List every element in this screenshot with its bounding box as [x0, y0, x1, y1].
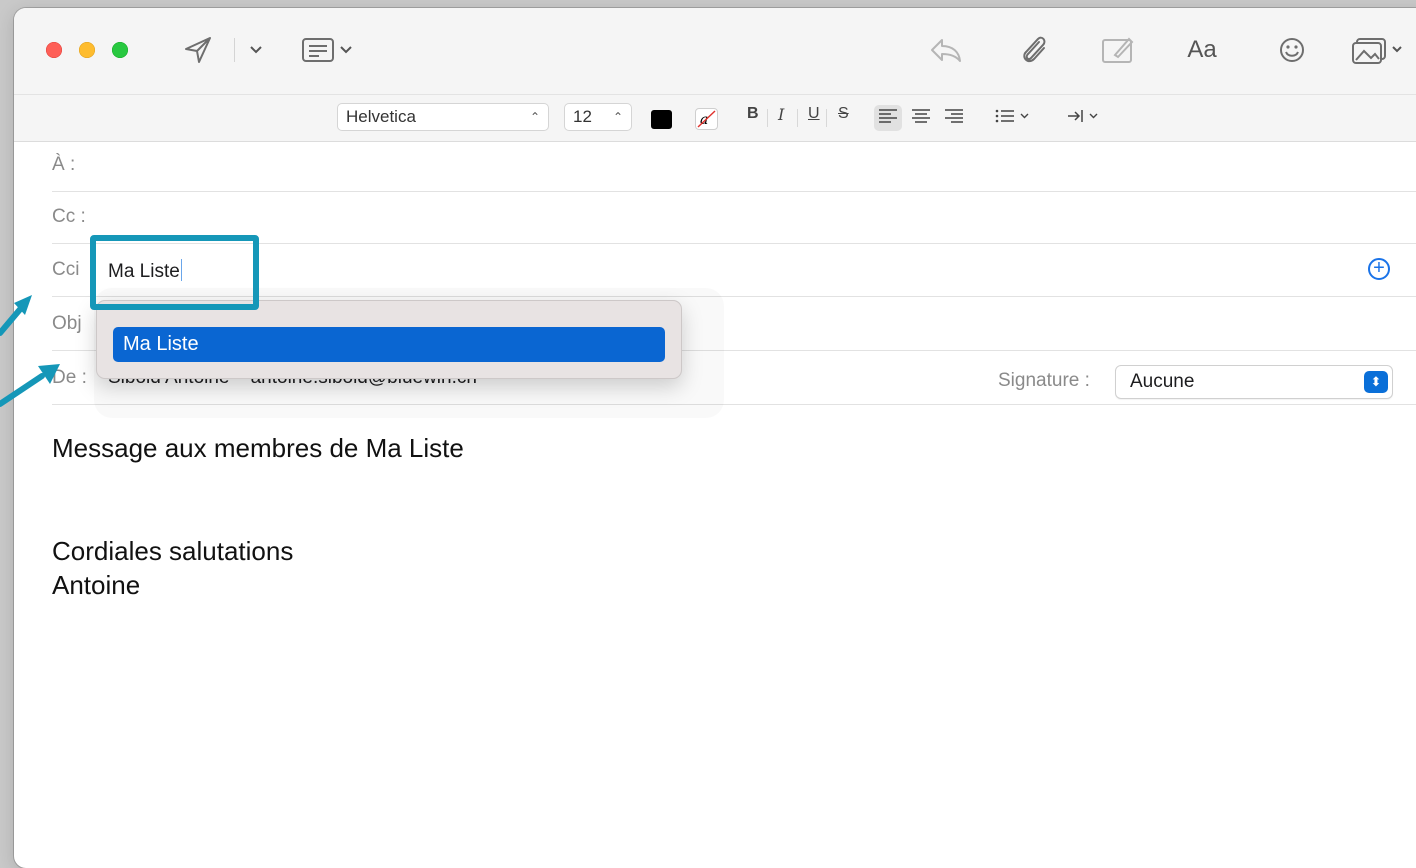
signature-label: Signature :	[998, 370, 1090, 391]
bcc-label: Cci	[52, 259, 80, 280]
font-family-select[interactable]: Helvetica ⌃	[337, 103, 549, 131]
annotation-arrow-icon	[0, 364, 60, 407]
italic-button[interactable]: I	[778, 105, 784, 124]
indent-icon[interactable]	[1066, 107, 1102, 130]
svg-text:a: a	[700, 112, 708, 128]
toolbar: Aa	[14, 8, 1416, 94]
background-color-swatch[interactable]: a	[695, 108, 718, 130]
reply-icon	[928, 34, 964, 66]
send-icon[interactable]	[180, 34, 216, 66]
text-color-swatch[interactable]	[651, 110, 672, 129]
message-line[interactable]: Antoine	[52, 570, 140, 601]
attachment-icon[interactable]	[1016, 34, 1052, 66]
close-window-button[interactable]	[46, 42, 62, 58]
bold-button[interactable]: B	[747, 105, 759, 123]
chevron-down-icon[interactable]	[246, 34, 266, 66]
minimize-window-button[interactable]	[79, 42, 95, 58]
signature-value: Aucune	[1130, 371, 1195, 392]
annotation-highlight-box	[90, 235, 259, 310]
annotation-arrow-icon	[0, 295, 32, 336]
align-center-icon[interactable]	[911, 107, 931, 130]
header-fields-icon[interactable]	[300, 34, 360, 66]
message-line[interactable]: Cordiales salutations	[52, 536, 293, 567]
list-icon[interactable]	[994, 107, 1034, 130]
font-size-select[interactable]: 12 ⌃	[564, 103, 632, 131]
format-bar: Helvetica ⌃ 12 ⌃ a B I U S	[14, 94, 1416, 142]
font-family-value: Helvetica	[346, 107, 416, 126]
align-left-icon[interactable]	[878, 107, 898, 130]
updown-icon: ⬍	[1364, 371, 1388, 393]
signature-select[interactable]: Aucune ⬍	[1115, 365, 1393, 399]
align-right-icon[interactable]	[944, 107, 964, 130]
markup-icon	[1100, 34, 1136, 66]
updown-icon: ⌃	[529, 110, 540, 124]
cc-label: Cc :	[52, 206, 86, 227]
updown-icon: ⌃	[612, 110, 623, 124]
to-field[interactable]: À :	[52, 140, 1416, 192]
underline-button[interactable]: U	[808, 105, 820, 123]
photo-browser-icon[interactable]	[1350, 34, 1406, 66]
autocomplete-item[interactable]: Ma Liste	[113, 327, 665, 362]
autocomplete-popup: Ma Liste	[96, 300, 682, 379]
zoom-window-button[interactable]	[112, 42, 128, 58]
strikethrough-button[interactable]: S	[838, 105, 849, 123]
emoji-icon[interactable]	[1276, 34, 1308, 66]
subject-label: Obj	[52, 313, 82, 334]
format-button[interactable]: Aa	[1182, 34, 1222, 66]
message-line[interactable]: Message aux membres de Ma Liste	[52, 433, 464, 464]
to-label: À :	[52, 154, 76, 175]
add-contact-icon[interactable]: +	[1368, 258, 1390, 280]
font-size-value: 12	[573, 107, 592, 126]
compose-window: Aa Helvetica ⌃ 12 ⌃ a B I U S À: Cc: C…	[14, 8, 1416, 868]
